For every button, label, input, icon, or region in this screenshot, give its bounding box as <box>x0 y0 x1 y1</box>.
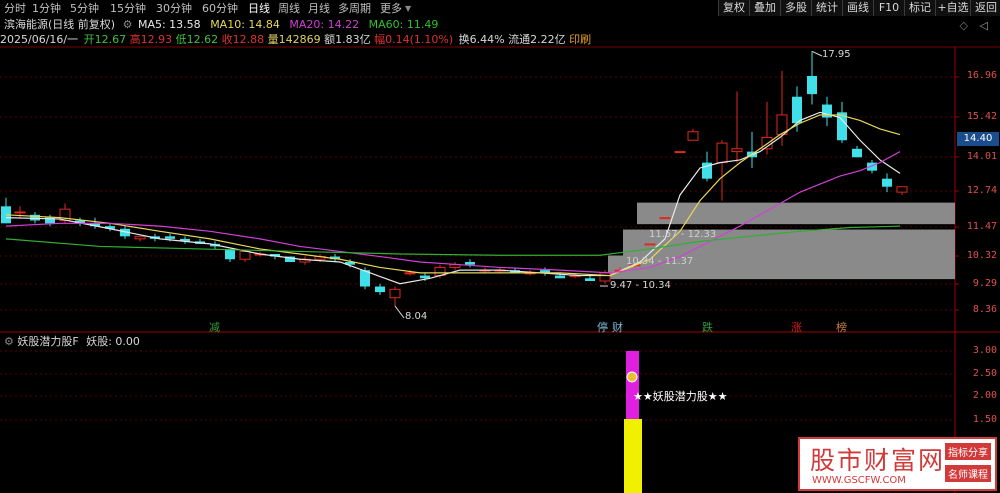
signal-coin-icon <box>626 371 638 383</box>
support-zones <box>608 202 955 280</box>
candle-body-down <box>165 236 175 239</box>
price-tick: 8.36 <box>972 304 997 315</box>
indicator-tick: 3.00 <box>972 345 997 356</box>
candle-body-up <box>404 272 416 275</box>
candle-body-up <box>716 142 728 164</box>
event-label: 跌 <box>702 321 713 334</box>
candle-body-down <box>792 96 802 124</box>
event-ting[interactable]: 停 <box>597 319 608 335</box>
price-tick: 11.47 <box>966 221 997 232</box>
event-label: 减 <box>209 321 220 334</box>
high-annotation: 17.95 <box>822 49 851 60</box>
event-label: 停 <box>597 321 608 334</box>
event-jian[interactable]: 减 <box>209 319 220 335</box>
candle-body-down <box>807 75 817 95</box>
candle-body-down <box>555 275 565 279</box>
price-tick: 10.32 <box>966 250 997 261</box>
candle-body-up <box>14 211 26 214</box>
indicator-bar-yellow <box>624 419 642 493</box>
candle-body-up <box>674 151 686 154</box>
current-price-marker: 14.40 <box>957 132 999 146</box>
high-pointer <box>811 50 823 57</box>
candle-body-up <box>134 235 146 240</box>
price-tick: 12.74 <box>966 185 997 196</box>
candle-body-up <box>731 148 743 153</box>
zone1-box <box>637 202 955 225</box>
candle-body-up <box>599 272 611 282</box>
price-tick: 9.29 <box>972 278 997 289</box>
watermark-tag2: 名师课程 <box>945 465 991 482</box>
price-tick: 14.01 <box>966 151 997 162</box>
indicator-menu-icon[interactable]: ⚙ <box>4 335 14 348</box>
zone2-label: 10.34 - 11.37 <box>626 256 694 267</box>
indicator-value: 妖股: 0.00 <box>86 335 140 348</box>
watermark-brand: 股市财富网 <box>810 446 946 475</box>
kline-chart[interactable] <box>0 0 1000 493</box>
price-tick: 15.42 <box>966 111 997 122</box>
candle-body-down <box>465 261 475 265</box>
event-label: 财 <box>612 321 623 334</box>
candle-body-up <box>389 288 401 299</box>
event-cai[interactable]: 财 <box>612 319 623 335</box>
candle-body-up <box>687 131 699 141</box>
candle-body-up <box>896 186 908 193</box>
indicator-bar-magenta <box>626 351 639 419</box>
watermark-url: WWW.GSCFW.COM <box>812 475 906 486</box>
candle-body-down <box>420 275 430 279</box>
event-label: 榜 <box>836 321 847 334</box>
low-annotation: 8.04 <box>405 311 428 322</box>
event-label: 涨 <box>791 321 802 334</box>
watermark: 股市财富网 WWW.GSCFW.COM 指标分享 名师课程 <box>798 437 997 491</box>
signal-text: ★★妖股潜力股★★ <box>633 390 728 403</box>
indicator-tick: 1.50 <box>972 414 997 425</box>
candle-body-up <box>239 250 251 260</box>
indicator-header: ⚙ 妖股潜力股F 妖股: 0.00 <box>4 335 140 349</box>
zone1-label: 11.57 - 12.33 <box>649 229 717 240</box>
price-tick: 16.96 <box>966 70 997 81</box>
candle-body-down <box>852 148 862 158</box>
zone3-label: 9.47 - 10.34 <box>610 280 671 291</box>
candle-body-down <box>882 178 892 187</box>
indicator-title[interactable]: 妖股潜力股F <box>17 335 78 348</box>
watermark-tag1: 指标分享 <box>945 443 991 460</box>
candle-body-down <box>585 278 595 282</box>
indicator-panel <box>624 351 642 493</box>
event-bang[interactable]: 榜 <box>836 319 847 335</box>
indicator-tick: 2.50 <box>972 368 997 379</box>
low-pointer <box>394 305 405 319</box>
indicator-tick: 2.00 <box>972 390 997 401</box>
candle-body-down <box>375 286 385 293</box>
candle-body-up <box>659 217 671 220</box>
candle-body-up <box>644 243 656 246</box>
candle-body-down <box>225 248 235 260</box>
event-zhang[interactable]: 涨 <box>791 319 802 335</box>
event-die[interactable]: 跌 <box>702 319 713 335</box>
